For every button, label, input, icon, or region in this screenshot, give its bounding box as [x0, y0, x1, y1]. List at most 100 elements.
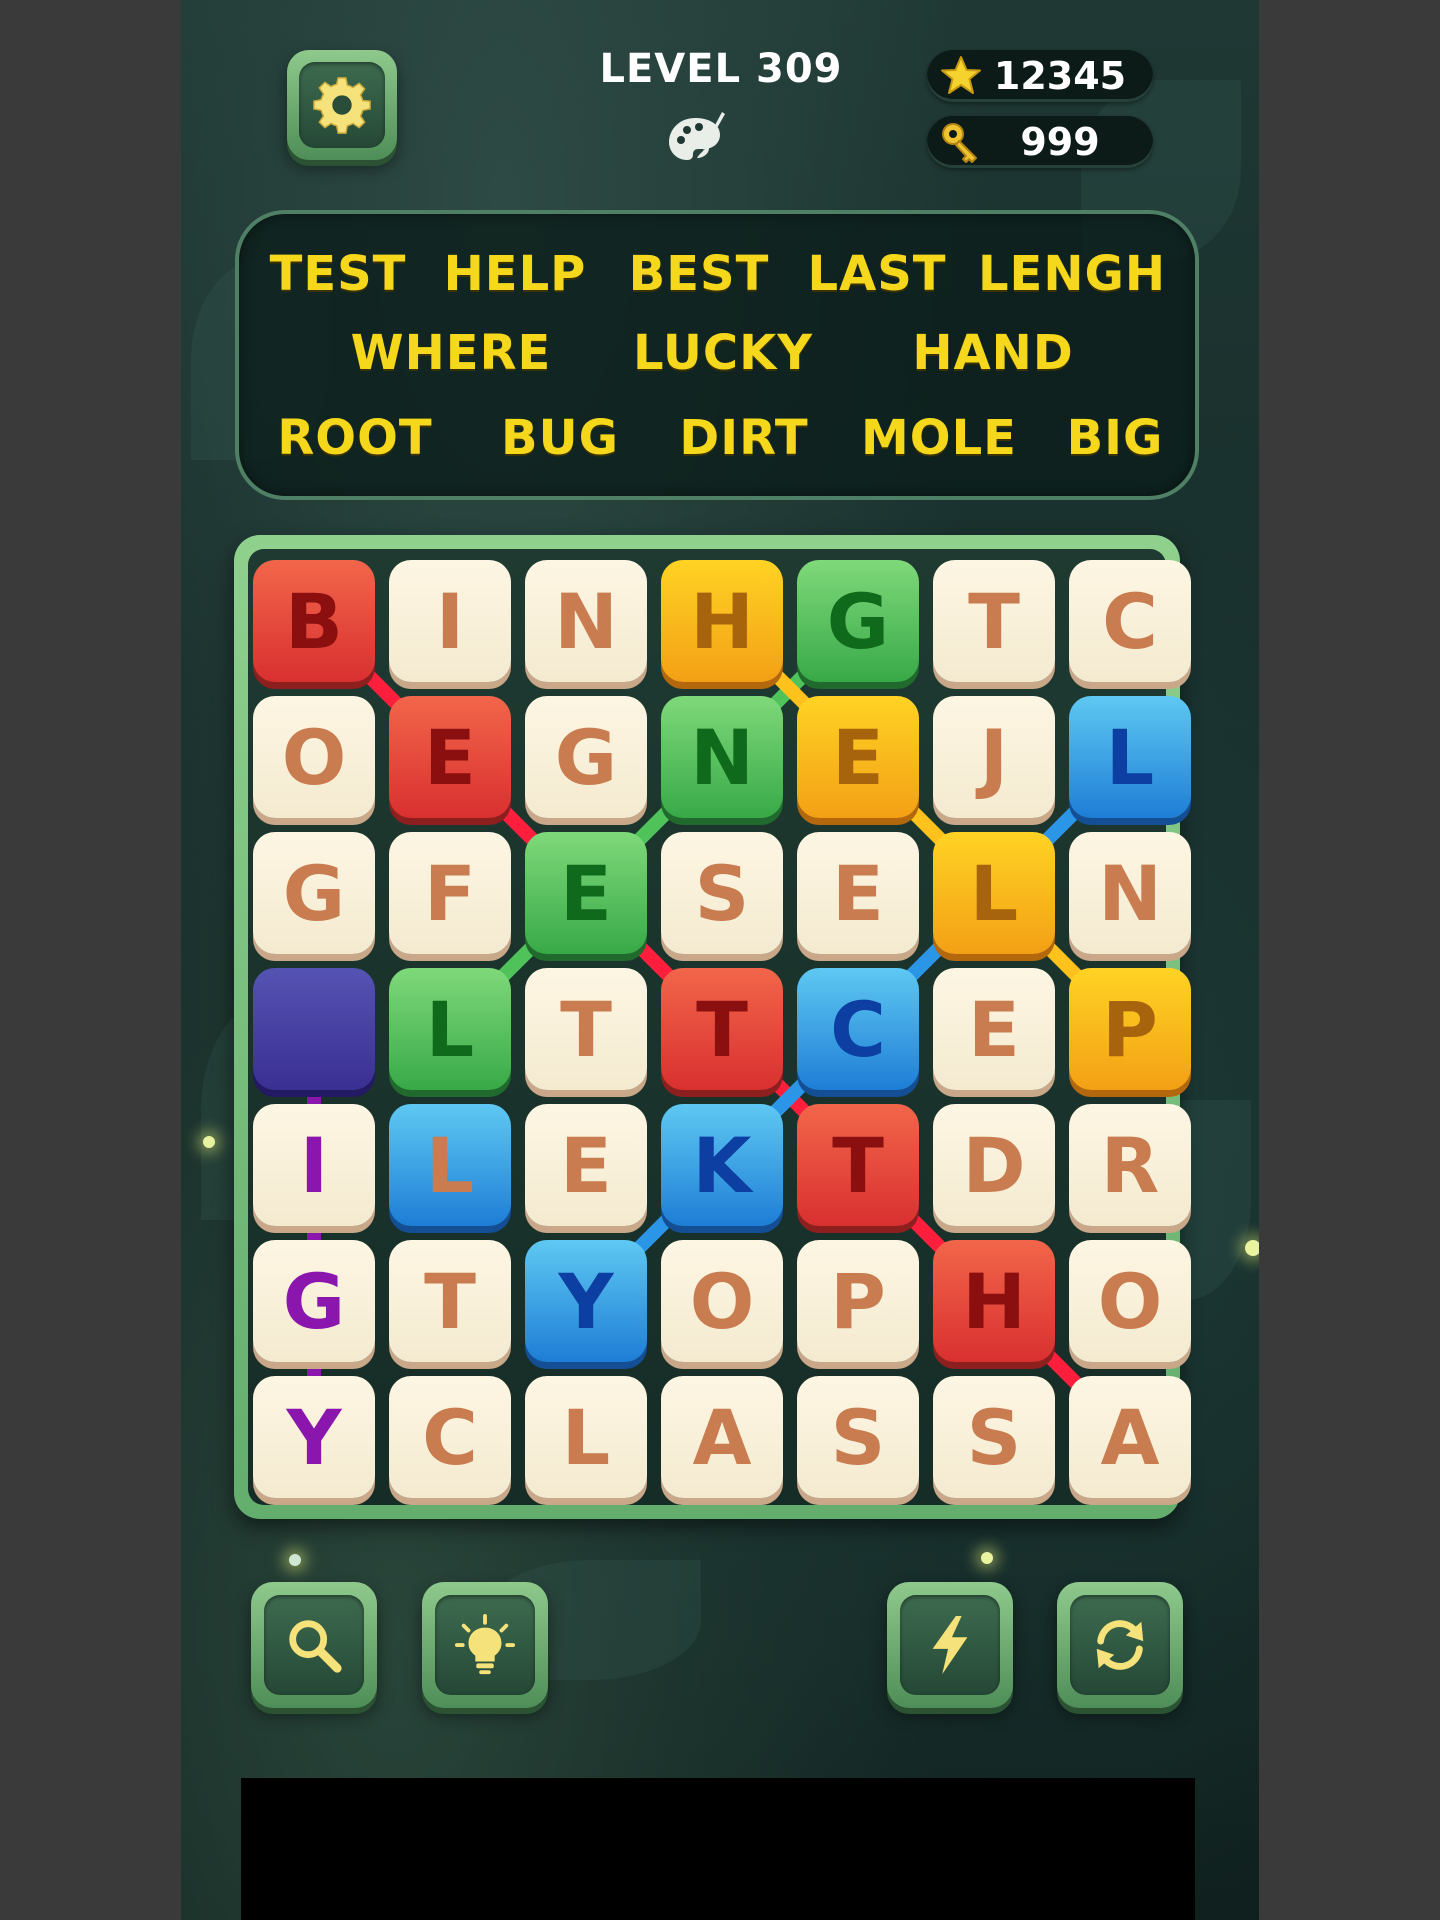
letter-tile[interactable]: R — [1069, 1104, 1191, 1226]
word-item: LAST — [807, 246, 947, 302]
letter-tile[interactable]: H — [933, 1240, 1055, 1362]
letter-tile[interactable]: P — [1069, 968, 1191, 1090]
letter-tile-label: S — [694, 848, 750, 938]
word-item: BUG — [501, 410, 619, 466]
letter-tile-label: Y — [286, 1392, 342, 1482]
magnifier-icon — [289, 1620, 342, 1673]
letter-tile[interactable]: G — [253, 832, 375, 954]
search-button[interactable] — [251, 1582, 377, 1708]
letter-tile[interactable]: B — [253, 560, 375, 682]
word-item: WHERE — [350, 325, 552, 381]
letter-tile-label: B — [285, 576, 343, 666]
letter-tile[interactable]: F — [389, 832, 511, 954]
keys-value: 999 — [1020, 120, 1100, 164]
settings-button[interactable] — [287, 50, 397, 160]
letter-tile[interactable]: P — [797, 1240, 919, 1362]
letter-tile[interactable]: T — [797, 1104, 919, 1226]
letter-tile[interactable]: S — [661, 832, 783, 954]
gear-icon — [313, 77, 371, 134]
letter-tile[interactable]: S — [933, 1376, 1055, 1498]
letter-tile[interactable]: D — [933, 1104, 1055, 1226]
letter-tile[interactable]: E — [525, 1104, 647, 1226]
letter-tile[interactable]: C — [797, 968, 919, 1090]
word-item: BEST — [628, 246, 770, 302]
letter-tile[interactable]: G — [525, 696, 647, 818]
letter-tile[interactable]: N — [661, 696, 783, 818]
letter-tile[interactable]: E — [797, 832, 919, 954]
letter-tile[interactable]: Y — [525, 1240, 647, 1362]
settings-button-face — [299, 62, 385, 148]
letter-tile[interactable]: I — [253, 1104, 375, 1226]
letter-tile[interactable]: H — [661, 560, 783, 682]
letter-tile[interactable]: N — [525, 560, 647, 682]
letter-tile-label: N — [1098, 848, 1162, 938]
letter-tile[interactable]: E — [933, 968, 1055, 1090]
letter-tile[interactable]: O — [1069, 1240, 1191, 1362]
refresh-icon — [1096, 1620, 1144, 1670]
letter-tile[interactable]: J — [933, 696, 1055, 818]
word-item: HELP — [443, 246, 587, 302]
letter-tile[interactable]: Y — [253, 1376, 375, 1498]
boost-button[interactable] — [887, 1582, 1013, 1708]
letter-tile[interactable]: T — [933, 560, 1055, 682]
letter-tile-label: L — [561, 1392, 611, 1482]
lightning-icon — [932, 1615, 968, 1675]
letter-tile[interactable]: I — [389, 560, 511, 682]
letter-tile[interactable]: S — [797, 1376, 919, 1498]
letter-tile-label: A — [1100, 1392, 1160, 1482]
letter-tile[interactable]: C — [1069, 560, 1191, 682]
letter-tile[interactable]: L — [389, 968, 511, 1090]
letter-tile-label: O — [689, 1256, 755, 1346]
letter-tile[interactable] — [253, 968, 375, 1090]
letter-tile-label: G — [826, 576, 890, 666]
letter-tile-label: E — [560, 1120, 612, 1210]
shuffle-button-face — [1070, 1595, 1170, 1695]
letter-tile-label: F — [424, 848, 476, 938]
letter-tile-label: T — [424, 1256, 476, 1346]
palette-brush-icon[interactable] — [665, 112, 731, 168]
letter-tile-label: L — [969, 848, 1019, 938]
letter-tile-label: S — [966, 1392, 1022, 1482]
letter-tile[interactable]: N — [1069, 832, 1191, 954]
letter-tile-label: E — [832, 712, 884, 802]
letter-tile[interactable]: E — [389, 696, 511, 818]
letter-tile-label: H — [962, 1256, 1026, 1346]
letter-tile[interactable]: C — [389, 1376, 511, 1498]
letter-tile[interactable]: L — [525, 1376, 647, 1498]
word-item: TEST — [269, 246, 407, 302]
ad-banner-area — [241, 1778, 1195, 1920]
letter-tile-label: O — [1097, 1256, 1163, 1346]
word-item: HAND — [912, 325, 1074, 381]
letter-tile[interactable]: E — [797, 696, 919, 818]
firefly — [981, 1552, 993, 1564]
letter-tile-label: N — [554, 576, 618, 666]
letter-tile-label: L — [425, 1120, 475, 1210]
shuffle-button[interactable] — [1057, 1582, 1183, 1708]
hint-button[interactable] — [422, 1582, 548, 1708]
letter-tile[interactable]: G — [253, 1240, 375, 1362]
letter-tile-label: H — [690, 576, 754, 666]
letter-tile[interactable]: O — [661, 1240, 783, 1362]
letter-tile[interactable]: G — [797, 560, 919, 682]
letter-tile[interactable]: L — [933, 832, 1055, 954]
level-title: LEVEL 309 — [599, 46, 843, 92]
letter-tile-label: T — [696, 984, 748, 1074]
boost-button-face — [900, 1595, 1000, 1695]
letter-tile[interactable]: A — [661, 1376, 783, 1498]
word-item: LUCKY — [632, 325, 814, 381]
letter-tile[interactable]: T — [389, 1240, 511, 1362]
letter-tile-label: P — [830, 1256, 886, 1346]
lightbulb-icon — [454, 1614, 516, 1675]
letter-tile[interactable]: L — [389, 1104, 511, 1226]
letter-tile[interactable]: A — [1069, 1376, 1191, 1498]
firefly — [1245, 1240, 1259, 1256]
letter-tile[interactable]: O — [253, 696, 375, 818]
letter-tile-label: E — [424, 712, 476, 802]
letter-tile[interactable]: K — [661, 1104, 783, 1226]
letter-tile[interactable]: L — [1069, 696, 1191, 818]
letter-tile-label: S — [830, 1392, 886, 1482]
letter-tile[interactable]: T — [661, 968, 783, 1090]
letter-tile-label: L — [425, 984, 475, 1074]
letter-tile[interactable]: T — [525, 968, 647, 1090]
letter-tile[interactable]: E — [525, 832, 647, 954]
